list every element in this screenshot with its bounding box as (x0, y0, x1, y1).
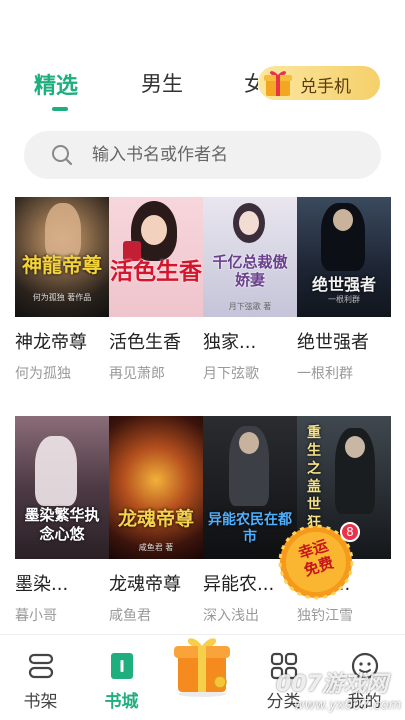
book-title: 龙魂帝尊 (109, 574, 181, 595)
book-author: 一根利群 (297, 366, 353, 382)
tab-featured[interactable]: 精选 (34, 68, 78, 100)
cover-title: 绝世强者 (311, 275, 376, 294)
cover-author: 何为孤独 著作品 (32, 293, 92, 302)
cover-title: 重生之盖世狂 (307, 425, 321, 531)
cover-author: 月下弦歌 著 (228, 302, 272, 311)
watermark-title: 007游戏网 (276, 672, 388, 697)
book-card[interactable]: 千亿总裁傲娇妻 月下弦歌 著 独家... 月下弦歌 (203, 197, 297, 383)
book-title: 独家... (203, 332, 257, 353)
tab-hidden-peek[interactable]: 女 (244, 68, 258, 98)
book-cover[interactable]: 墨染繁华执念心悠 (15, 416, 109, 559)
book-cover[interactable]: 神龍帝尊 何为孤独 著作品 (15, 197, 109, 317)
bookstore-icon (111, 653, 133, 679)
watermark: 007游戏网 www.yx007.com (254, 662, 404, 720)
search-icon (52, 145, 73, 166)
book-cover[interactable]: 活色生香 (109, 197, 203, 317)
nav-label: 书架 (23, 692, 58, 712)
cover-title: 活色生香 (110, 259, 202, 285)
nav-item-bookstore[interactable]: 书城 (81, 635, 162, 720)
book-cover[interactable]: 绝世强者 一根利群 (297, 197, 391, 317)
cover-title: 墨染繁华执念心悠 (24, 506, 100, 543)
gift-icon (264, 71, 292, 96)
cover-title: 龙魂帝尊 (117, 508, 194, 530)
redeem-button-label: 兑手机 (300, 77, 351, 97)
book-title: 绝世强者 (297, 332, 369, 353)
book-title: 活色生香 (109, 332, 181, 353)
book-card[interactable]: 龙魂帝尊 咸鱼君 著 龙魂帝尊 咸鱼君 (109, 416, 203, 625)
book-author: 深入浅出 (203, 608, 259, 624)
gift-box-icon[interactable] (170, 626, 234, 698)
book-author: 咸鱼君 (109, 608, 151, 624)
tab-male[interactable]: 男生 (141, 68, 183, 98)
book-author: 暮小哥 (15, 608, 57, 624)
book-card[interactable]: 绝世强者 一根利群 绝世强者 一根利群 (297, 197, 391, 383)
cover-author: 咸鱼君 著 (138, 543, 174, 552)
book-card[interactable]: 活色生香 活色生香 再见萧郎 (109, 197, 203, 383)
book-author: 何为孤独 (15, 366, 71, 382)
bookshelf-icon (28, 653, 54, 679)
cover-title: 千亿总裁傲娇妻 (212, 253, 288, 289)
book-title: 神龙帝尊 (15, 332, 87, 353)
cover-author: 一根利群 (328, 295, 360, 304)
book-author: 独钓江雪 (297, 608, 353, 624)
book-cover[interactable]: 千亿总裁傲娇妻 月下弦歌 著 (203, 197, 297, 317)
badge-count: 8 (340, 522, 360, 542)
lucky-free-floating-badge[interactable]: 幸运 免费 8 (278, 520, 360, 600)
book-title: 墨染... (15, 574, 69, 595)
nav-label: 书城 (104, 692, 139, 712)
redeem-phone-button[interactable]: 兑手机 (258, 66, 380, 100)
watermark-url: www.yx007.com (294, 698, 402, 713)
book-author: 再见萧郎 (109, 366, 165, 382)
search-bar[interactable] (24, 131, 381, 179)
book-card[interactable]: 神龍帝尊 何为孤独 著作品 神龙帝尊 何为孤独 (15, 197, 109, 383)
book-card[interactable]: 墨染繁华执念心悠 墨染... 暮小哥 (15, 416, 109, 625)
search-input[interactable] (92, 143, 352, 167)
tab-active-indicator (52, 107, 68, 111)
cover-title: 神龍帝尊 (22, 253, 102, 277)
book-cover[interactable]: 龙魂帝尊 咸鱼君 著 (109, 416, 203, 559)
book-author: 月下弦歌 (203, 366, 259, 382)
nav-item-bookshelf[interactable]: 书架 (0, 635, 81, 720)
